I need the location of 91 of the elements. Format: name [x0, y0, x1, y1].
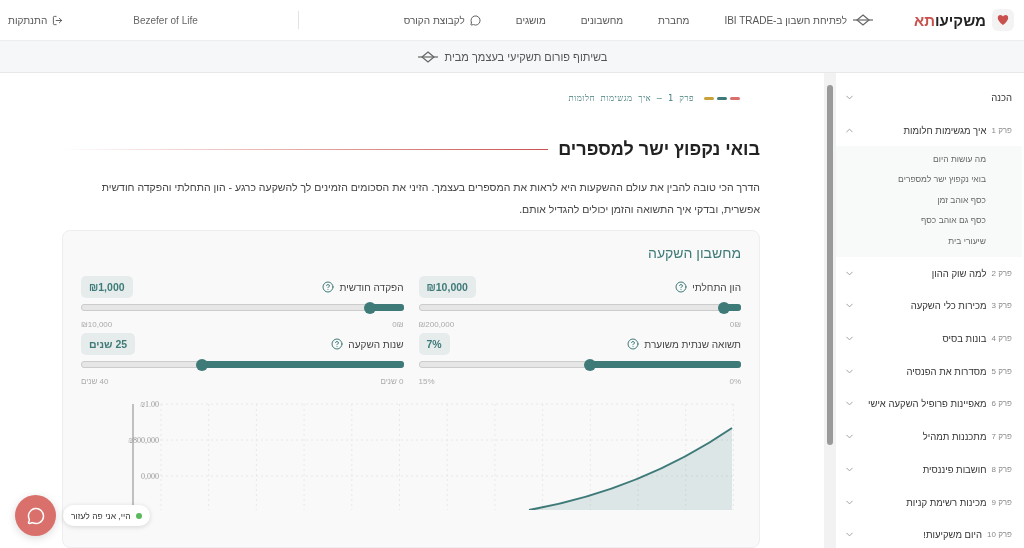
chapter-item[interactable]: הכנה	[836, 81, 1022, 114]
lesson-item[interactable]: שיעורי בית	[836, 230, 1022, 251]
chapter-title: מסדרות את הפנסיה	[905, 365, 987, 377]
chapter-item[interactable]: פרק 8 חושבות פיננסית	[836, 453, 1022, 486]
slider-track[interactable]	[81, 361, 404, 368]
partner-logo-icon	[852, 14, 875, 26]
chapter-title: איך מגשימות חלומות	[902, 124, 987, 136]
axis-label: ₪1.00	[140, 400, 159, 409]
range-max: ₪10,000	[81, 320, 113, 329]
chapter-title: למה שוק ההון	[930, 267, 987, 279]
chapter-number: פרק 4	[991, 334, 1012, 344]
chapter-number: פרק 8	[991, 464, 1012, 474]
chapter-number: פרק 1	[991, 125, 1012, 135]
chapter-title: מכירות כלי השקעה	[909, 300, 987, 312]
logout-link[interactable]: התנתקות	[8, 14, 64, 26]
chapter-title: היום משקיעות!	[922, 529, 982, 541]
chapter-title: מתכננות תמהיל	[921, 431, 987, 443]
range-min: 0₪	[392, 320, 404, 329]
range-max: 40 שנים	[81, 377, 109, 386]
partner-logo-icon	[416, 50, 439, 63]
axis-label: 0,000	[141, 472, 159, 481]
heart-logo-icon	[992, 9, 1014, 31]
user-name: Bezefer of Life	[133, 14, 198, 26]
chapter-item[interactable]: פרק 5 מסדרות את הפנסיה	[836, 354, 1022, 388]
chapter-item[interactable]: פרק 2 למה שוק ההון	[836, 256, 1022, 290]
chapter-number: פרק 3	[991, 301, 1012, 311]
slider-label: הפקדה חודשית	[339, 281, 404, 293]
slider-thumb[interactable]	[584, 358, 597, 371]
chapter-title: מכינות רשימת קניות	[905, 496, 987, 508]
chapter-item[interactable]: פרק 1 איך מגשימות חלומות	[836, 113, 1022, 147]
slider-track[interactable]	[418, 361, 741, 368]
chat-button[interactable]	[15, 495, 56, 536]
nav-link[interactable]: לפתיחת חשבון ב-IBI TRADE	[724, 14, 875, 26]
breadcrumb: פרק 1 — איך מגשימות חלומות	[568, 93, 694, 103]
help-icon[interactable]	[627, 338, 640, 350]
chapter-title: הכנה	[990, 91, 1012, 103]
brand-name: משקיעותא	[914, 11, 986, 29]
slider-label: הון התחלתי	[692, 281, 741, 293]
value-badge: ₪1,000	[81, 276, 133, 298]
range-max: ₪200,000	[418, 320, 455, 329]
chapter-title: חושבות פיננסית	[921, 463, 987, 475]
chapter-number: פרק 9	[991, 497, 1012, 507]
nav-link[interactable]: מחברת	[658, 14, 690, 26]
help-icon[interactable]	[675, 281, 688, 293]
chapter-number: פרק 6	[991, 399, 1012, 409]
range-max: 15%	[418, 377, 435, 386]
partner-banner-text: בשיתוף פורום תשקיעי בעצמך מבית	[444, 50, 608, 63]
chapter-item[interactable]: פרק 4 בונות בסיס	[836, 322, 1022, 355]
chapter-item[interactable]: פרק 3 מכירות כלי השקעה	[836, 289, 1022, 323]
nav-link[interactable]: לקבוצת הקורס	[403, 14, 481, 26]
chat-greeting[interactable]: היי, אני פה לעזור	[63, 505, 150, 526]
chapter-item[interactable]: פרק 10 היום משקיעות!	[836, 518, 1022, 548]
nav-link[interactable]: מושגים	[515, 14, 546, 26]
chat-icon	[26, 506, 45, 525]
intro-paragraph: הדרך הכי טובה להבין את עולם ההשקעות היא לראות את המספרים בעצמך. הזיני את הסכומים הזמינים לך להשקעה כרגע - הון התחלתי והפקדה חודשית אפשרית, ובדקי איך התשואה והזמן יכולים להגדיל אותם.	[100, 180, 760, 217]
chapter-number: פרק 7	[991, 432, 1012, 442]
help-icon[interactable]	[322, 281, 335, 293]
range-min: 0₪	[729, 320, 741, 329]
slider-label: שנות השקעה	[348, 338, 404, 350]
chapter-item[interactable]: פרק 9 מכינות רשימת קניות	[836, 485, 1022, 519]
slider-label: תשואה שנתית משוערת	[644, 338, 741, 350]
slider-track[interactable]	[81, 304, 404, 311]
chapter-number: פרק 2	[991, 268, 1012, 278]
slider-thumb[interactable]	[364, 301, 377, 314]
logout-icon	[52, 14, 64, 26]
online-dot-icon	[135, 512, 142, 519]
range-min: 0 שנים	[380, 377, 404, 386]
slider-track[interactable]	[418, 304, 741, 311]
chapter-title: מאפיינות פרופיל השקעה אישי	[867, 398, 987, 410]
chapter-number: פרק 5	[991, 366, 1012, 376]
chapter-title: בונות בסיס	[941, 333, 987, 345]
value-badge: 25 שנים	[81, 333, 136, 355]
value-badge: ₪10,000	[418, 276, 476, 298]
value-badge: 7%	[418, 333, 450, 355]
slider-thumb[interactable]	[718, 301, 730, 314]
lesson-item[interactable]: מה עושות היום	[836, 148, 1022, 169]
scrollbar[interactable]	[824, 73, 836, 548]
greeting-text: היי, אני פה לעזור	[71, 510, 131, 521]
dashes-icon	[704, 96, 740, 100]
lesson-item[interactable]: בואי נקפוץ ישר למספרים	[836, 168, 1022, 190]
slider-thumb[interactable]	[196, 358, 209, 371]
lesson-item[interactable]: כסף גם אוהב כסף	[836, 209, 1022, 231]
lesson-item[interactable]: כסף אוהב זמן	[836, 189, 1022, 210]
calculator-title: מחשבון השקעה	[647, 245, 741, 261]
chapter-number: פרק 10	[987, 530, 1012, 540]
chapter-item[interactable]: פרק 7 מתכננות תמהיל	[836, 420, 1022, 453]
chat-icon	[469, 14, 481, 26]
help-icon[interactable]	[331, 338, 344, 350]
section-heading: בואי נקפוץ ישר למספרים	[558, 139, 760, 160]
chapter-item[interactable]: פרק 6 מאפיינות פרופיל השקעה אישי	[836, 387, 1022, 421]
nav-link[interactable]: מחשבונים	[580, 14, 624, 26]
